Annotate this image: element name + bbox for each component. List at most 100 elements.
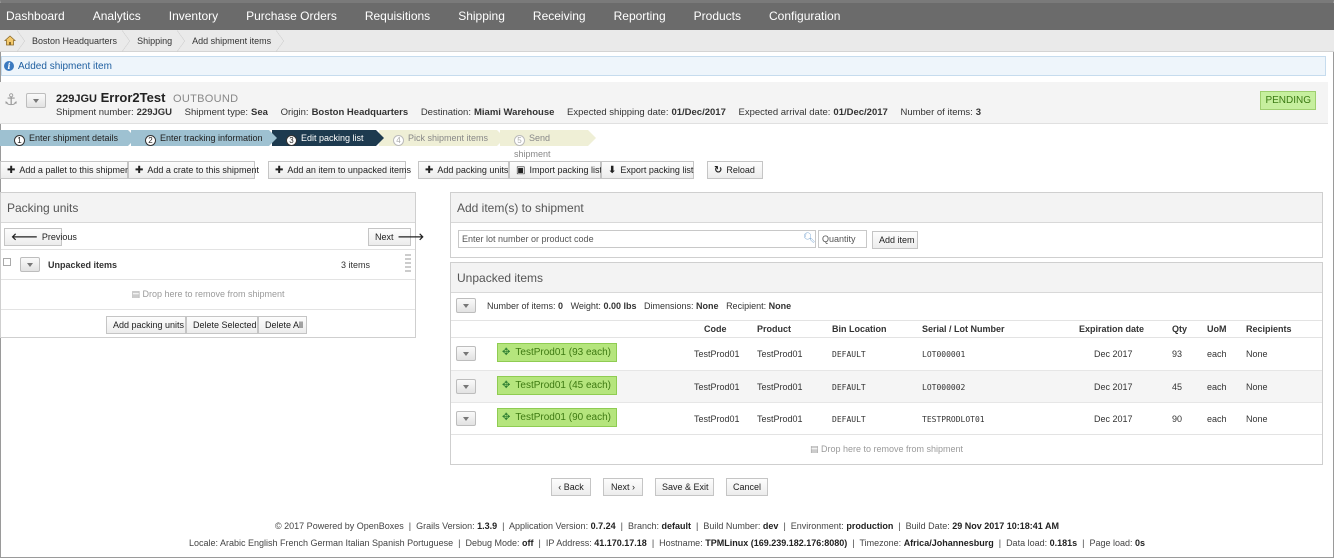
wizard-step-1[interactable]: 1 Enter shipment details	[0, 130, 136, 146]
product-tag-label: TestProd01 (90 each)	[515, 412, 612, 423]
nav-dashboard[interactable]: Dashboard	[0, 3, 79, 30]
unpacked-items-label[interactable]: Unpacked items	[48, 260, 117, 270]
meta-shipment-type: Sea	[251, 107, 268, 118]
button-label: Add a crate to this shipment	[147, 165, 259, 175]
divider	[1, 249, 415, 250]
add-pallet-button[interactable]: ✚ Add a pallet to this shipment	[0, 161, 132, 179]
wizard-step-5[interactable]: 5 Send shipment	[500, 130, 596, 159]
import-packing-list-button[interactable]: ▣ Import packing list	[509, 161, 602, 179]
cell-product[interactable]: TestProd01	[757, 382, 803, 392]
cell-bin: DEFAULT	[832, 350, 866, 359]
nav-shipping[interactable]: Shipping	[444, 3, 519, 30]
cell-uom: each	[1207, 349, 1227, 359]
row-actions-dropdown[interactable]	[456, 411, 476, 426]
delete-selected-button[interactable]: Delete Selected	[186, 316, 258, 334]
cell-qty: 93	[1172, 349, 1183, 359]
nav-receiving[interactable]: Receiving	[519, 3, 600, 30]
unpacked-panel-dropdown[interactable]	[456, 298, 476, 313]
cell-recipients: None	[1246, 349, 1268, 359]
column-code[interactable]: Code	[704, 324, 727, 334]
product-drag-tag[interactable]: ✥ TestProd01 (45 each)	[497, 376, 618, 395]
column-product[interactable]: Product	[757, 324, 791, 334]
unpacked-drop-zone[interactable]: ▤ Drop here to remove from shipment	[451, 444, 1322, 455]
move-icon: ✥	[502, 347, 511, 358]
nav-analytics[interactable]: Analytics	[79, 3, 155, 30]
nav-purchase-orders[interactable]: Purchase Orders	[232, 3, 351, 30]
export-packing-list-button[interactable]: ⬇ Export packing list	[601, 161, 694, 179]
step-number: 5	[514, 135, 525, 146]
previous-button[interactable]: 🡐 Previous	[4, 228, 77, 246]
add-packing-units-footer-button[interactable]: Add packing units	[106, 316, 186, 334]
footer-timezone: Africa/Johannesburg	[903, 538, 994, 548]
product-drag-tag[interactable]: ✥ TestProd01 (93 each)	[497, 343, 618, 362]
cell-expiry: Dec 2017	[1094, 382, 1133, 392]
product-drag-tag[interactable]: ✥ TestProd01 (90 each)	[497, 408, 618, 427]
column-uom[interactable]: UoM	[1207, 324, 1227, 334]
nav-requisitions[interactable]: Requisitions	[351, 3, 444, 30]
nav-inventory[interactable]: Inventory	[155, 3, 232, 30]
footer-line-2: Locale: Arabic English French German Ita…	[188, 538, 1146, 548]
footer-label: Grails Version:	[416, 521, 475, 531]
row-actions-dropdown[interactable]	[456, 379, 476, 394]
save-exit-button[interactable]: Save & Exit	[655, 478, 714, 496]
next-step-button[interactable]: Next ›	[603, 478, 643, 496]
quantity-input[interactable]: Quantity	[818, 230, 867, 248]
drop-icon: ▤	[131, 289, 140, 299]
shipment-actions-dropdown[interactable]	[26, 93, 46, 108]
table-row[interactable]: ✥ TestProd01 (93 each) TestProd01 TestPro…	[451, 338, 1322, 370]
cell-product[interactable]: TestProd01	[757, 349, 803, 359]
drop-zone-text: Drop here to remove from shipment	[142, 289, 285, 299]
wizard-step-3[interactable]: 3 Edit packing list	[272, 130, 384, 146]
add-item-button[interactable]: Add item	[872, 231, 918, 249]
add-crate-button[interactable]: ✚ Add a crate to this shipment	[128, 161, 259, 179]
footer-line-1: © 2017 Powered by OpenBoxes | Grails Ver…	[275, 521, 1059, 531]
column-qty[interactable]: Qty	[1172, 324, 1187, 334]
info-icon: i	[4, 61, 14, 71]
column-recipients[interactable]: Recipients	[1246, 324, 1292, 334]
next-button[interactable]: Next 🡒	[368, 228, 424, 246]
add-item-unpacked-button[interactable]: ✚ Add an item to unpacked items	[268, 161, 411, 179]
footer-label: Timezone:	[859, 538, 902, 548]
breadcrumb-shipping[interactable]: Shipping	[129, 29, 186, 52]
breadcrumb-location[interactable]: Boston Headquarters	[24, 29, 131, 52]
meta-label: Expected shipping date:	[567, 107, 669, 118]
add-packing-units-button[interactable]: ✚ Add packing units	[418, 161, 509, 179]
meta-label: Shipment number:	[56, 107, 134, 118]
footer-data-load: 0.181s	[1049, 538, 1078, 548]
unpacked-checkbox[interactable]	[3, 258, 11, 266]
table-row[interactable]: ✥ TestProd01 (90 each) TestProd01 TestPro…	[451, 402, 1322, 434]
wizard-step-2[interactable]: 2 Enter tracking information	[131, 130, 277, 146]
drag-handle-icon[interactable]	[405, 254, 411, 272]
drop-zone-text: Drop here to remove from shipment	[820, 444, 964, 454]
cell-product[interactable]: TestProd01	[757, 414, 803, 424]
nav-products[interactable]: Products	[680, 3, 755, 30]
reload-button[interactable]: ↻ Reload	[707, 161, 763, 179]
footer-label: Hostname:	[659, 538, 703, 548]
table-row[interactable]: ✥ TestProd01 (45 each) TestProd01 TestPro…	[451, 370, 1322, 402]
search-icon[interactable]: 🔍︎	[803, 233, 816, 244]
row-actions-dropdown[interactable]	[456, 346, 476, 361]
cell-bin: DEFAULT	[832, 415, 866, 424]
lot-search-input[interactable]: Enter lot number or product code	[458, 230, 816, 248]
column-expiration[interactable]: Expiration date	[1079, 324, 1144, 334]
cancel-button[interactable]: Cancel	[726, 478, 768, 496]
packing-drop-zone[interactable]: ▤ Drop here to remove from shipment	[1, 289, 415, 300]
plus-icon: ✚	[425, 165, 434, 176]
unpacked-actions-dropdown[interactable]	[20, 257, 40, 272]
back-button[interactable]: ‹ Back	[551, 478, 591, 496]
delete-all-button[interactable]: Delete All	[258, 316, 307, 334]
column-bin-location[interactable]: Bin Location	[832, 324, 887, 334]
nav-configuration[interactable]: Configuration	[755, 3, 854, 30]
summary-label: Dimensions:	[644, 301, 694, 311]
cell-recipients: None	[1246, 382, 1268, 392]
wizard-step-4[interactable]: 4 Pick shipment items	[379, 130, 505, 146]
step-number: 1	[14, 135, 25, 146]
cell-qty: 90	[1172, 414, 1183, 424]
step-label: Enter tracking information	[160, 133, 263, 143]
footer-locales[interactable]: Arabic English French German Italian Spa…	[220, 538, 453, 548]
breadcrumb-home[interactable]	[0, 29, 25, 52]
button-label: Cancel	[733, 482, 762, 492]
column-serial-lot[interactable]: Serial / Lot Number	[922, 324, 1005, 334]
nav-reporting[interactable]: Reporting	[600, 3, 680, 30]
meta-arrival-date: 01/Dec/2017	[833, 107, 888, 118]
